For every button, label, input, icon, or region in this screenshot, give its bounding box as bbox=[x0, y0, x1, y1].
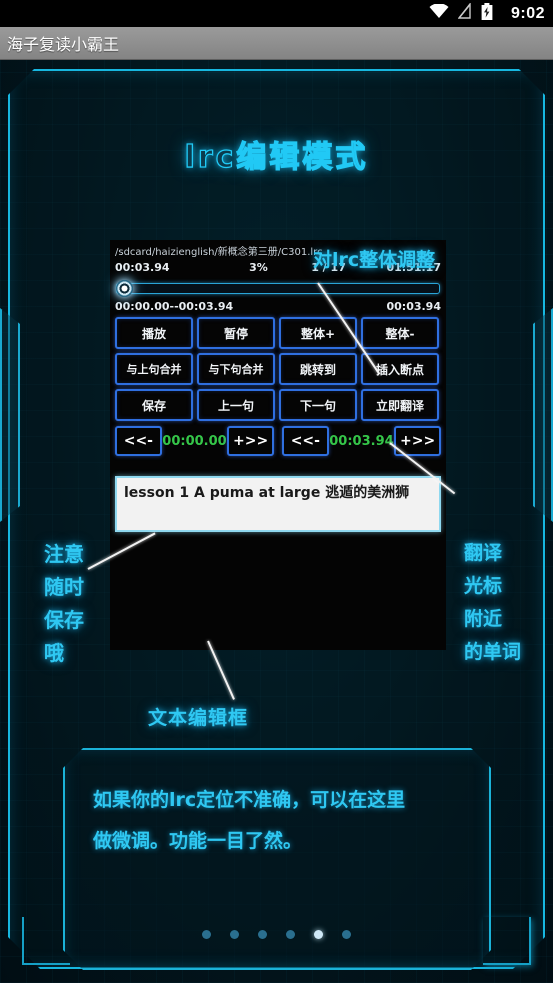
end-time-value: 00:03.94 bbox=[329, 433, 394, 449]
description-line-2: 做微调。功能一目了然。 bbox=[93, 830, 303, 852]
segment-info-row: 00:00.00--00:03.94 00:03.94 bbox=[115, 300, 441, 313]
editor-button-grid: 播放 暂停 整体+ 整体- 与上句合并 与下句合并 跳转到 插入断点 保存 上一… bbox=[115, 317, 441, 421]
previous-line-button[interactable]: 上一句 bbox=[197, 389, 275, 421]
app-title-bar: 海子复读小霸王 bbox=[0, 27, 553, 60]
merge-previous-button[interactable]: 与上句合并 bbox=[115, 353, 193, 385]
frame-notch-right bbox=[533, 308, 553, 522]
app-screen: lrc编辑模式 /sdcard/haizienglish/新概念第三册/C301… bbox=[0, 60, 553, 983]
page-indicator bbox=[0, 930, 553, 939]
segment-range-label: 00:00.00--00:03.94 bbox=[115, 300, 234, 313]
page-dot-2[interactable] bbox=[230, 930, 239, 939]
page-dot-4[interactable] bbox=[286, 930, 295, 939]
insert-breakpoint-button[interactable]: 插入断点 bbox=[361, 353, 439, 385]
annotation-text-editor: 文本编辑框 bbox=[148, 707, 249, 729]
shift-all-minus-button[interactable]: 整体- bbox=[361, 317, 439, 349]
page-dot-3[interactable] bbox=[258, 930, 267, 939]
lrc-editor-panel: /sdcard/haizienglish/新概念第三册/C301.lrc 00:… bbox=[110, 240, 446, 650]
end-time-decrease-button[interactable]: <<- bbox=[281, 426, 329, 456]
status-bar: 9:02 bbox=[0, 0, 553, 27]
annotation-save-note: 注意 随时 保存 哦 bbox=[44, 542, 84, 665]
progress-percent-label: 3% bbox=[249, 261, 268, 274]
seek-bar-thumb[interactable] bbox=[116, 280, 133, 297]
page-dot-1[interactable] bbox=[202, 930, 211, 939]
translate-now-button[interactable]: 立即翻译 bbox=[361, 389, 439, 421]
description-line-1: 如果你的lrc定位不准确，可以在这里 bbox=[93, 789, 406, 811]
status-bar-clock: 9:02 bbox=[510, 4, 545, 22]
merge-next-button[interactable]: 与下句合并 bbox=[197, 353, 275, 385]
annotation-translate-note: 翻译 光标 附近 的单词 bbox=[464, 542, 522, 663]
time-adjust-row: <<- 00:00.00 +>> <<- 00:03.94 +>> bbox=[115, 426, 441, 456]
annotation-shift-all: 对lrc整体调整 bbox=[313, 249, 436, 271]
page-dot-6[interactable] bbox=[342, 930, 351, 939]
seek-bar-track[interactable] bbox=[116, 283, 440, 294]
wifi-icon bbox=[429, 2, 449, 24]
save-button[interactable]: 保存 bbox=[115, 389, 193, 421]
jump-to-button[interactable]: 跳转到 bbox=[279, 353, 357, 385]
pause-button[interactable]: 暂停 bbox=[197, 317, 275, 349]
play-button[interactable]: 播放 bbox=[115, 317, 193, 349]
app-title: 海子复读小霸王 bbox=[7, 37, 120, 54]
start-time-value: 00:00.00 bbox=[162, 433, 227, 449]
current-time-label: 00:03.94 bbox=[115, 261, 170, 274]
lyric-text-input[interactable]: lesson 1 A puma at large 逃遁的美洲狮 bbox=[115, 476, 441, 532]
corner-decoration-bottom-left bbox=[22, 917, 70, 965]
battery-charging-icon bbox=[481, 2, 493, 25]
page-dot-5[interactable] bbox=[314, 930, 323, 939]
status-bar-icons: 9:02 bbox=[429, 1, 545, 25]
page-title: lrc编辑模式 bbox=[184, 139, 369, 175]
signal-off-icon bbox=[457, 1, 472, 24]
next-line-button[interactable]: 下一句 bbox=[279, 389, 357, 421]
seek-bar[interactable] bbox=[116, 280, 440, 297]
start-time-increase-button[interactable]: +>> bbox=[227, 426, 275, 456]
frame-notch-left bbox=[0, 308, 20, 522]
start-time-decrease-button[interactable]: <<- bbox=[115, 426, 162, 456]
segment-duration-label: 00:03.94 bbox=[386, 300, 441, 313]
